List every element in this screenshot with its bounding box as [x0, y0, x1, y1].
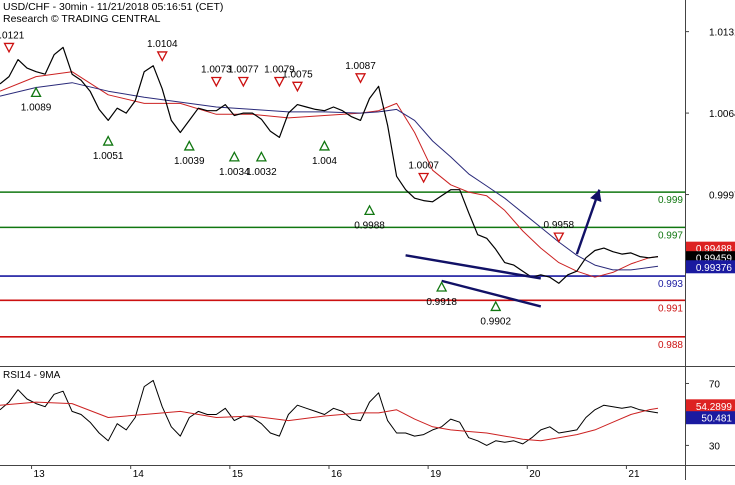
- pivot-low-marker-6: [363, 204, 376, 216]
- pivot-low-label-7: 0.9918: [426, 297, 457, 308]
- pivot-low-label-1: 1.0051: [93, 151, 124, 162]
- pivot-low-marker-0: [30, 86, 42, 98]
- time-tick-label-5: 20: [529, 469, 541, 480]
- chart-root: 0.999 0.997 0.993 0.991 0.988 1.0121 1.0104 1.…: [0, 0, 735, 480]
- time-tick-label-1: 14: [133, 469, 145, 480]
- pivot-high-marker-7: [418, 172, 430, 184]
- price-tags: 0.994880.994590.9937654.289950.481: [686, 241, 735, 425]
- time-tick-label-3: 16: [331, 469, 343, 480]
- pivot-low-marker-7: [436, 281, 448, 292]
- pivot-high-label-6: 1.0087: [345, 61, 376, 72]
- pivot-high-label-1: 1.0104: [147, 39, 178, 50]
- time-tick-label-6: 21: [628, 469, 640, 480]
- pivot-high-label-3: 1.0077: [228, 64, 259, 75]
- rsi-tag-0-label: 54.2899: [696, 402, 733, 413]
- pivot-high-marker-0: [3, 42, 15, 54]
- pivot-low-marker-3: [228, 150, 240, 162]
- level-label-4: 0.988: [658, 340, 683, 351]
- pivot-low-label-0: 1.0089: [21, 102, 52, 113]
- pivot-high-label-0: 1.0121: [0, 30, 25, 41]
- level-label-1: 0.997: [658, 230, 683, 241]
- pivot-low-label-4: 1.0032: [246, 167, 277, 178]
- chart-title: USD/CHF - 30min - 11/21/2018 05:16:51 (C…: [3, 1, 224, 13]
- pivot-high-marker-3: [237, 76, 249, 88]
- pivot-low-label-8: 0.9902: [480, 316, 511, 327]
- chart-subtitle: Research © TRADING CENTRAL: [3, 13, 161, 25]
- price-tick-label-2: 0.9997: [709, 191, 735, 202]
- moving-average-fast-line: [0, 71, 659, 278]
- pivot-high-marker-2: [210, 76, 222, 88]
- price-tag-2-label: 0.99376: [696, 263, 733, 274]
- pivot-high-marker-5: [291, 81, 304, 93]
- moving-average-lines: [0, 71, 659, 278]
- pivot-low-label-2: 1.0039: [174, 156, 205, 167]
- rsi-tick-label-0: 70: [709, 379, 721, 390]
- rsi-rsi-line: [0, 379, 659, 446]
- level-label-0: 0.999: [658, 195, 683, 206]
- pivot-low-marker-8: [490, 300, 502, 312]
- rsi-tag-1-label: 50.481: [701, 414, 732, 425]
- level-label-2: 0.993: [658, 279, 683, 290]
- pivot-low-marker-2: [183, 140, 195, 151]
- level-label-3: 0.991: [658, 303, 683, 314]
- level-lines: 0.999 0.997 0.993 0.991 0.988: [0, 191, 685, 351]
- price-tick-label-0: 1.0131: [709, 28, 735, 39]
- pivot-high-marker-1: [156, 51, 168, 62]
- pivot-low-label-6: 0.9988: [354, 220, 385, 231]
- pivot-high-marker-6: [354, 73, 367, 84]
- pivot-low-marker-5: [318, 140, 331, 151]
- time-tick-label-2: 15: [232, 469, 244, 480]
- pivot-low-marker-1: [102, 135, 114, 146]
- rsi-tick-label-1: 30: [709, 441, 721, 452]
- time-tick-label-0: 13: [34, 469, 46, 480]
- pivot-low-label-5: 1.004: [312, 156, 337, 167]
- time-tick-label-4: 19: [430, 469, 442, 480]
- pivot-high-marker-8: [553, 232, 565, 243]
- pivot-high-label-5: 1.0075: [282, 69, 313, 80]
- chart-svg: 0.999 0.997 0.993 0.991 0.988 1.0121 1.0104 1.…: [0, 0, 735, 480]
- pivot-high-label-8: 0.9958: [544, 220, 575, 231]
- pivot-markers: 1.01211.01041.00731.00771.00791.00751.00…: [0, 30, 575, 327]
- pivot-low-marker-4: [255, 150, 267, 162]
- rsi-title: RSI14 - 9MA: [3, 370, 61, 381]
- channel-lines: [405, 189, 602, 308]
- rsi-pane: RSI14 - 9MA 70 30: [0, 370, 720, 452]
- rsi-moving-average-line: [0, 401, 659, 442]
- price-tick-label-1: 1.0064: [709, 109, 735, 120]
- pivot-high-label-7: 1.0007: [408, 161, 439, 172]
- channel-line-0: [405, 254, 541, 280]
